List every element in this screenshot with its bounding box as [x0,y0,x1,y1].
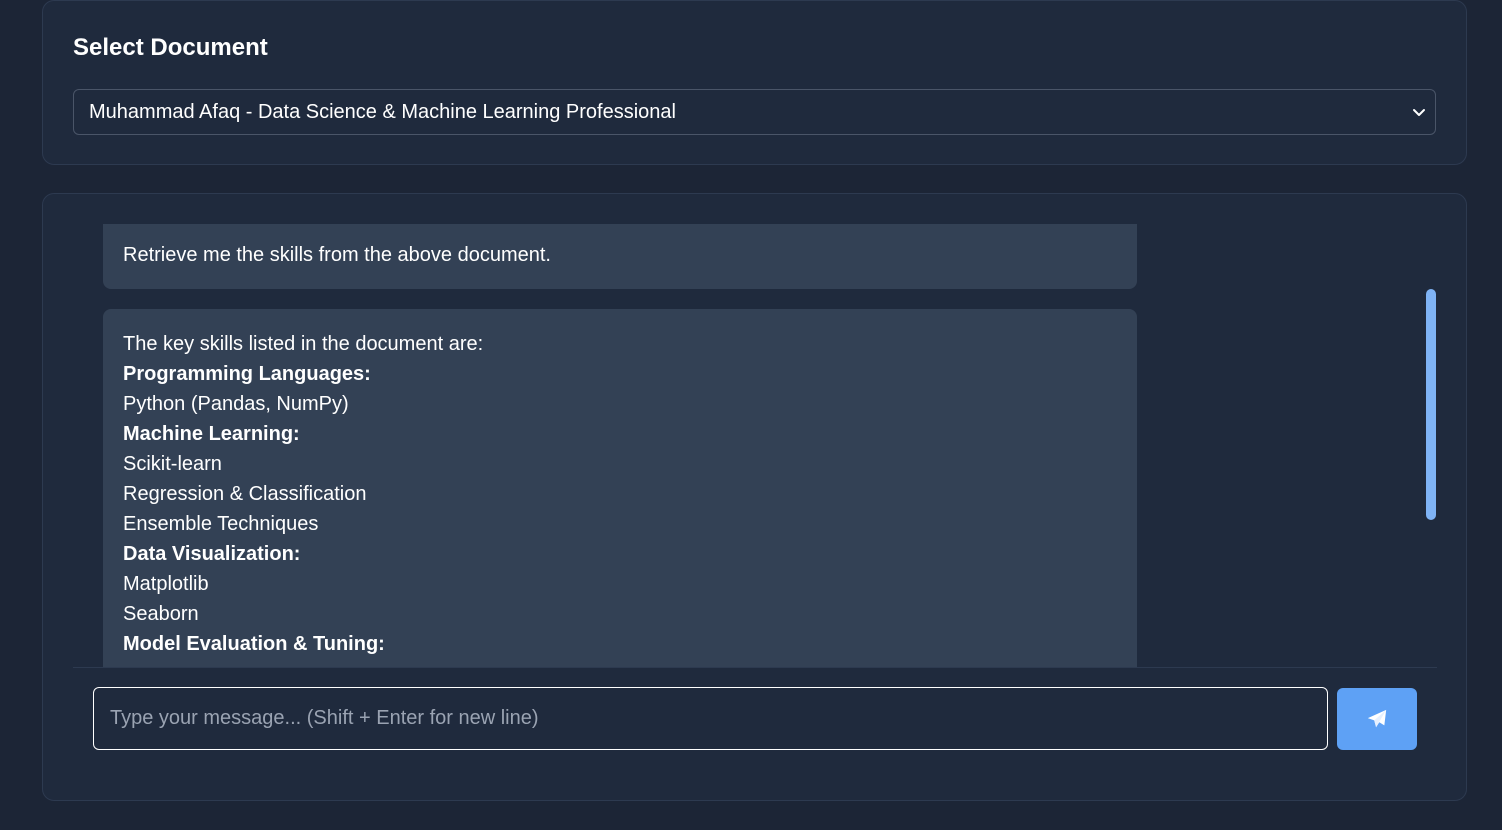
document-select-dropdown[interactable]: Muhammad Afaq - Data Science & Machine L… [73,89,1436,135]
message-input-placeholder: Type your message... (Shift + Enter for … [110,707,539,729]
chat-panel: Retrieve me the skills from the above do… [42,193,1467,801]
document-select-panel: Select Document Muhammad Afaq - Data Sci… [42,0,1467,165]
assistant-message-heading: Programming Languages: [123,363,371,385]
message-list[interactable]: Retrieve me the skills from the above do… [73,194,1437,668]
assistant-message-heading: Machine Learning: [123,423,300,445]
assistant-message-line: Regression & Classification [123,483,367,505]
assistant-message-line: Scikit-learn [123,453,222,475]
assistant-message-heading: Data Visualization: [123,543,301,565]
document-select-value: Muhammad Afaq - Data Science & Machine L… [89,100,676,123]
user-message: Retrieve me the skills from the above do… [103,224,1137,289]
paper-plane-icon [1367,709,1387,728]
assistant-message: The key skills listed in the document ar… [103,309,1137,667]
chevron-down-icon [1413,109,1425,116]
send-button[interactable] [1337,688,1417,750]
message-list-scrollbar[interactable] [1426,289,1436,520]
assistant-message-line: Matplotlib [123,573,209,595]
assistant-message-line: Seaborn [123,603,199,625]
assistant-message-heading: Model Evaluation & Tuning: [123,633,385,655]
assistant-message-line: Ensemble Techniques [123,513,319,535]
document-select-title: Select Document [73,34,268,61]
assistant-message-line: Python (Pandas, NumPy) [123,393,349,415]
user-message-text: Retrieve me the skills from the above do… [123,244,551,266]
assistant-message-line: The key skills listed in the document ar… [123,333,484,355]
message-input[interactable]: Type your message... (Shift + Enter for … [93,687,1328,750]
